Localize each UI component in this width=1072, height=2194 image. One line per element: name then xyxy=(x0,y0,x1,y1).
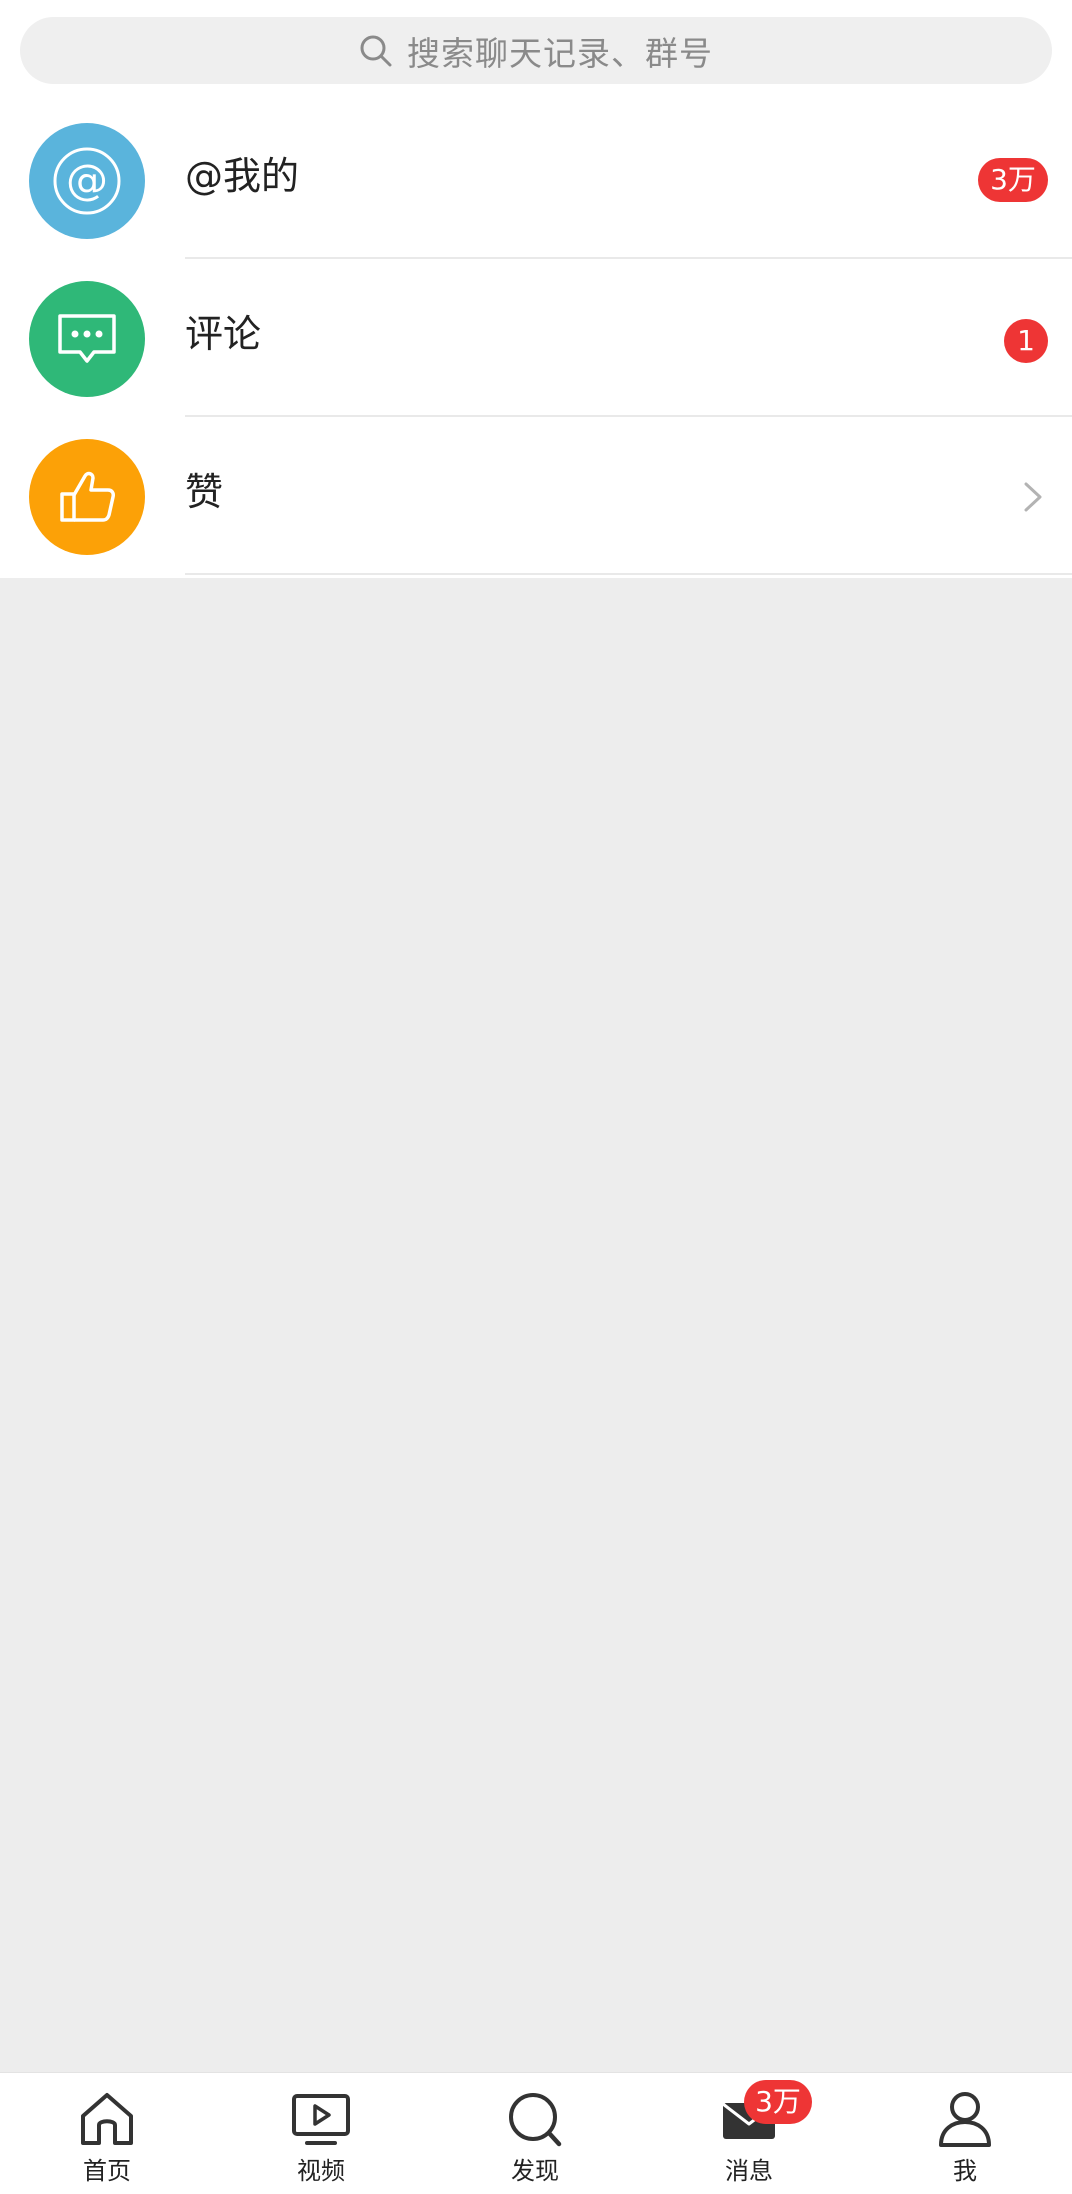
search-bar[interactable]: 搜索聊天记录、群号 xyxy=(20,17,1052,84)
list-item-at-me[interactable]: @ @我的 xyxy=(0,101,1072,259)
messages-page: 搜索聊天记录、群号 @ @我的 评论 赞 3万 1 首页 视频 发现 消息 我 … xyxy=(0,0,1072,2194)
profile-icon xyxy=(939,2092,991,2147)
list-item-comments[interactable]: 评论 xyxy=(0,259,1072,417)
tab-label: 我 xyxy=(953,2157,977,2185)
list-item-likes[interactable]: 赞 xyxy=(0,417,1072,575)
search-icon xyxy=(360,35,392,66)
messages-tab-badge: 3万 xyxy=(744,2080,812,2124)
tab-discover[interactable]: 发现 xyxy=(428,2073,642,2194)
thumbs-up-icon xyxy=(29,439,145,555)
tab-video[interactable]: 视频 xyxy=(214,2073,428,2194)
at-icon: @ xyxy=(29,123,145,239)
comments-count-badge: 1 xyxy=(1004,319,1048,363)
home-icon xyxy=(81,2093,133,2145)
video-icon xyxy=(292,2094,350,2145)
chevron-right-icon xyxy=(1024,482,1042,512)
list-item-label: 赞 xyxy=(185,470,224,514)
search-placeholder: 搜索聊天记录、群号 xyxy=(407,33,713,73)
list-item-label: @我的 xyxy=(185,154,300,198)
divider xyxy=(185,573,1072,575)
message-category-panel: 搜索聊天记录、群号 @ @我的 评论 赞 3万 1 xyxy=(0,0,1072,578)
tab-me[interactable]: 我 xyxy=(858,2073,1072,2194)
tab-label: 首页 xyxy=(83,2157,131,2185)
comment-icon xyxy=(29,281,145,397)
at-me-count-badge: 3万 xyxy=(978,158,1048,202)
discover-icon xyxy=(509,2093,562,2147)
svg-text:@: @ xyxy=(66,155,108,204)
bottom-tab-bar: 首页 视频 发现 消息 我 xyxy=(0,2072,1072,2194)
tab-home[interactable]: 首页 xyxy=(0,2073,214,2194)
tab-label: 视频 xyxy=(297,2157,345,2185)
tab-label: 发现 xyxy=(511,2157,559,2185)
list-item-label: 评论 xyxy=(185,312,262,356)
tab-label: 消息 xyxy=(725,2157,773,2185)
